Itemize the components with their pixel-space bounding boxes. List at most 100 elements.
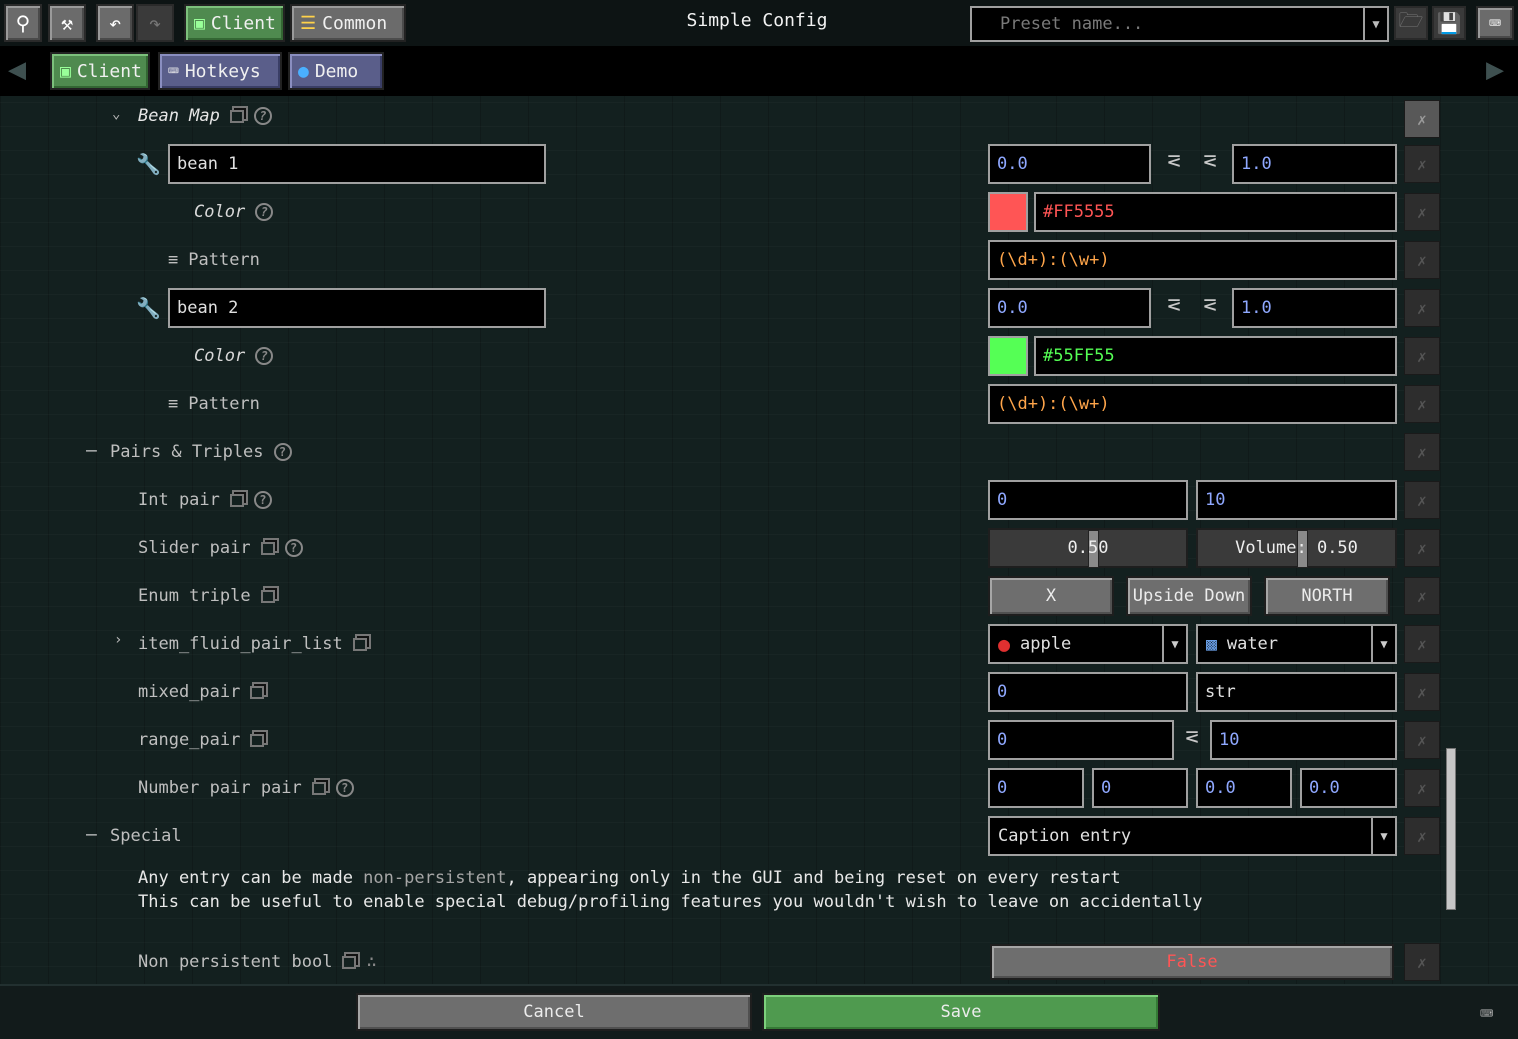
collapse-dash-icon[interactable]: –: [86, 440, 97, 461]
pairs-triples-label: Pairs & Triples ?: [110, 440, 292, 464]
bean-1-color-input[interactable]: #FF5555: [1034, 192, 1397, 232]
preset-name-input[interactable]: Preset name... ▼: [970, 6, 1389, 42]
search-icon[interactable]: ⚲: [4, 4, 42, 42]
non-persistent-icon: ∴: [366, 952, 377, 972]
color-swatch[interactable]: [988, 336, 1028, 376]
enum-triple-c-button[interactable]: NORTH: [1264, 576, 1390, 616]
cancel-button[interactable]: Cancel: [356, 993, 752, 1031]
tab-demo[interactable]: ● Demo: [288, 52, 384, 90]
save-button[interactable]: Save: [762, 993, 1160, 1031]
reset-button[interactable]: ✗: [1404, 241, 1440, 279]
keyboard-icon[interactable]: ⌨: [1480, 1002, 1493, 1027]
bean-2-pattern-input[interactable]: (\d+):(\w+): [988, 384, 1397, 424]
reset-button[interactable]: ✗: [1404, 673, 1440, 711]
chevron-down-icon[interactable]: ▼: [1363, 8, 1387, 40]
help-icon[interactable]: ?: [255, 203, 274, 221]
reset-button[interactable]: ✗: [1404, 433, 1440, 471]
reset-button[interactable]: ✗: [1404, 577, 1440, 615]
reset-button[interactable]: ✗: [1404, 769, 1440, 807]
tab-common[interactable]: ☰ Common: [290, 4, 406, 42]
non-persistent-bool-label: Non persistent bool ∴: [138, 952, 377, 972]
copy-icon[interactable]: [229, 109, 244, 123]
copy-icon[interactable]: [250, 733, 265, 747]
chevron-down-icon[interactable]: ▼: [1371, 818, 1395, 854]
bean-2-max-input[interactable]: 1.0: [1232, 288, 1397, 328]
bean-1-pattern-label: ≡ Pattern: [168, 250, 260, 270]
folder-icon[interactable]: 🗁: [1394, 6, 1428, 40]
wrench-icon: 🔧: [136, 152, 161, 176]
redo-icon[interactable]: ↷: [136, 4, 174, 42]
tab-client-top[interactable]: ▣ Client: [184, 4, 285, 42]
int-pair-b-input[interactable]: 10: [1196, 480, 1397, 520]
bean-1-key-input[interactable]: bean 1: [168, 144, 546, 184]
bean-1-max-input[interactable]: 1.0: [1232, 144, 1397, 184]
chevron-down-icon[interactable]: ▼: [1162, 626, 1186, 662]
help-icon[interactable]: ?: [284, 539, 303, 557]
reset-button[interactable]: ✗: [1404, 817, 1440, 855]
reset-button[interactable]: ✗: [1404, 193, 1440, 231]
keyboard-icon[interactable]: ⌨: [1476, 6, 1514, 40]
reset-button[interactable]: ✗: [1404, 100, 1440, 138]
slider-pair-b[interactable]: Volume: 0.50: [1196, 528, 1397, 568]
range-pair-b-input[interactable]: 10: [1210, 720, 1397, 760]
number-pair-d-input[interactable]: 0.0: [1300, 768, 1397, 808]
copy-icon[interactable]: [311, 781, 326, 795]
undo-icon[interactable]: ↶: [96, 4, 134, 42]
list-icon: ≡: [168, 250, 179, 270]
range-pair-a-input[interactable]: 0: [988, 720, 1174, 760]
enum-triple-a-button[interactable]: X: [988, 576, 1114, 616]
help-icon[interactable]: ?: [335, 779, 354, 797]
reset-button[interactable]: ✗: [1404, 145, 1440, 183]
mixed-pair-b-input[interactable]: str: [1196, 672, 1397, 712]
scrollbar-thumb[interactable]: [1446, 748, 1456, 910]
tab-client[interactable]: ▣ Client: [50, 52, 150, 90]
reset-button[interactable]: ✗: [1404, 385, 1440, 423]
slider-pair-a[interactable]: 0.50: [988, 528, 1188, 568]
help-icon[interactable]: ?: [255, 347, 274, 365]
color-swatch[interactable]: [988, 192, 1028, 232]
number-pair-a-input[interactable]: 0: [988, 768, 1084, 808]
lte-icon: ⋜: [1185, 724, 1199, 749]
scroll-left-icon[interactable]: ◀: [8, 52, 26, 87]
bean-1-min-input[interactable]: 0.0: [988, 144, 1151, 184]
chevron-down-icon[interactable]: ▼: [1371, 626, 1395, 662]
number-pair-b-input[interactable]: 0: [1092, 768, 1188, 808]
copy-icon[interactable]: [260, 541, 275, 555]
fluid-select[interactable]: ▩ water ▼: [1196, 624, 1397, 664]
copy-icon[interactable]: [260, 589, 275, 603]
bean-2-pattern-label: ≡ Pattern: [168, 394, 260, 414]
bean-2-color-input[interactable]: #55FF55: [1034, 336, 1397, 376]
reset-button[interactable]: ✗: [1404, 529, 1440, 567]
reset-button[interactable]: ✗: [1404, 721, 1440, 759]
enum-triple-b-button[interactable]: Upside Down: [1126, 576, 1252, 616]
number-pair-c-input[interactable]: 0.0: [1196, 768, 1292, 808]
expand-chevron-icon[interactable]: ›: [114, 632, 122, 648]
reset-button[interactable]: ✗: [1404, 943, 1440, 981]
reset-button[interactable]: ✗: [1404, 337, 1440, 375]
save-icon[interactable]: 💾: [1432, 6, 1466, 40]
non-persistent-bool-toggle[interactable]: False: [990, 944, 1394, 980]
copy-icon[interactable]: [342, 955, 357, 969]
int-pair-a-input[interactable]: 0: [988, 480, 1188, 520]
bean-2-min-input[interactable]: 0.0: [988, 288, 1151, 328]
copy-icon[interactable]: [352, 637, 367, 651]
hammer-icon[interactable]: ⚒: [48, 4, 86, 42]
copy-icon[interactable]: [229, 493, 244, 507]
bean-2-key-input[interactable]: bean 2: [168, 288, 546, 328]
collapse-chevron-icon[interactable]: ⌄: [112, 106, 120, 122]
scroll-right-icon[interactable]: ▶: [1486, 52, 1504, 87]
help-icon[interactable]: ?: [253, 491, 272, 509]
reset-button[interactable]: ✗: [1404, 625, 1440, 663]
collapse-dash-icon[interactable]: –: [86, 824, 97, 845]
help-icon[interactable]: ?: [253, 107, 272, 125]
bean-1-pattern-input[interactable]: (\d+):(\w+): [988, 240, 1397, 280]
tab-hotkeys[interactable]: ⌨ Hotkeys: [158, 52, 282, 90]
reset-button[interactable]: ✗: [1404, 481, 1440, 519]
item-select[interactable]: ● apple ▼: [988, 624, 1188, 664]
enum-triple-label: Enum triple: [138, 584, 275, 608]
help-icon[interactable]: ?: [273, 443, 292, 461]
reset-button[interactable]: ✗: [1404, 289, 1440, 327]
caption-entry-select[interactable]: Caption entry ▼: [988, 816, 1397, 856]
copy-icon[interactable]: [250, 685, 265, 699]
mixed-pair-a-input[interactable]: 0: [988, 672, 1188, 712]
